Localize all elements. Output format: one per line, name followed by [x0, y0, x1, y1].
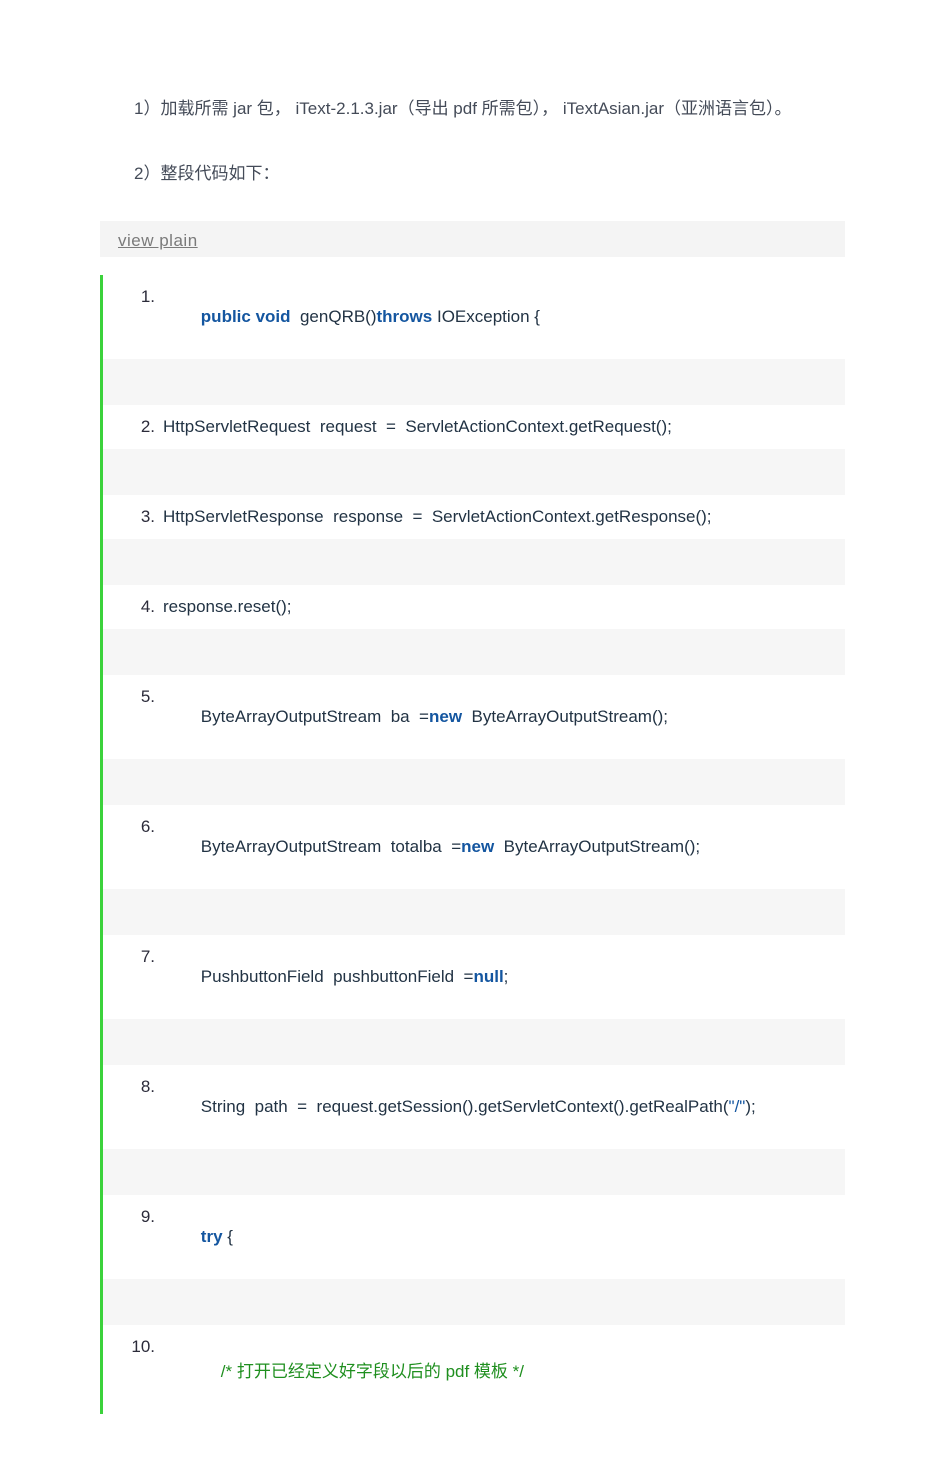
code-text: /* 打开已经定义好字段以后的 pdf 模板 */ — [159, 1337, 524, 1402]
code-fragment: IOException { — [432, 307, 540, 326]
code-text: HttpServletResponse response = ServletAc… — [159, 507, 712, 527]
line-number: 7. — [119, 947, 159, 967]
keyword-throws: throws — [377, 307, 433, 326]
document-page: 1）加载所需 jar 包， iText-2.1.3.jar（导出 pdf 所需包… — [0, 0, 945, 1474]
code-fragment: PushbuttonField pushbuttonField = — [201, 967, 474, 986]
code-text: PushbuttonField pushbuttonField =null; — [159, 947, 508, 1007]
line-number: 9. — [119, 1207, 159, 1227]
code-line: 1. public void genQRB()throws IOExceptio… — [103, 275, 845, 359]
code-line: 3. HttpServletResponse response = Servle… — [103, 495, 845, 539]
string-literal: "/" — [729, 1097, 746, 1116]
line-number: 1. — [119, 287, 159, 307]
keyword-try: try — [201, 1227, 223, 1246]
code-line: 7. PushbuttonField pushbuttonField =null… — [103, 935, 845, 1019]
code-fragment: genQRB() — [291, 307, 377, 326]
code-line: 2. HttpServletRequest request = ServletA… — [103, 405, 845, 449]
line-number: 3. — [119, 507, 159, 527]
code-text: ByteArrayOutputStream ba =new ByteArrayO… — [159, 687, 668, 747]
code-text: String path = request.getSession().getSe… — [159, 1077, 756, 1137]
code-block: 1. public void genQRB()throws IOExceptio… — [100, 275, 845, 1414]
line-number: 10. — [119, 1337, 159, 1357]
code-fragment: ByteArrayOutputStream ba = — [201, 707, 429, 726]
code-fragment: ); — [745, 1097, 755, 1116]
code-gap — [103, 1279, 845, 1325]
code-text: try { — [159, 1207, 233, 1267]
code-fragment: String path = request.getSession().getSe… — [201, 1097, 729, 1116]
paragraph-2: 2）整段代码如下： — [100, 155, 845, 192]
p1-prefix: 1）加载所需 jar 包， — [134, 99, 291, 118]
code-gap — [103, 889, 845, 935]
keyword-null: null — [473, 967, 503, 986]
comment: /* 打开已经定义好字段以后的 pdf 模板 */ — [221, 1362, 524, 1381]
p1-jar1: iText-2.1.3.jar（导出 pdf 所需包）， — [296, 99, 559, 118]
line-number: 2. — [119, 417, 159, 437]
code-fragment: ByteArrayOutputStream(); — [462, 707, 668, 726]
keyword-new: new — [461, 837, 494, 856]
code-gap — [103, 539, 845, 585]
code-gap — [103, 449, 845, 495]
code-gap — [103, 359, 845, 405]
paragraph-1: 1）加载所需 jar 包， iText-2.1.3.jar（导出 pdf 所需包… — [100, 90, 845, 127]
code-line: 6. ByteArrayOutputStream totalba =new By… — [103, 805, 845, 889]
line-number: 5. — [119, 687, 159, 707]
code-line: 9. try { — [103, 1195, 845, 1279]
code-gap — [103, 629, 845, 675]
code-fragment: ByteArrayOutputStream(); — [494, 837, 700, 856]
line-number: 4. — [119, 597, 159, 617]
view-plain-link[interactable]: view plain — [118, 231, 198, 250]
code-text: HttpServletRequest request = ServletActi… — [159, 417, 672, 437]
code-text: ByteArrayOutputStream totalba =new ByteA… — [159, 817, 700, 877]
code-text: public void genQRB()throws IOException { — [159, 287, 540, 347]
code-gap — [103, 1019, 845, 1065]
code-fragment: ByteArrayOutputStream totalba = — [201, 837, 461, 856]
view-plain-bar: view plain — [100, 221, 845, 257]
code-line: 8. String path = request.getSession().ge… — [103, 1065, 845, 1149]
p1-jar2: iTextAsian.jar（亚洲语言包）。 — [563, 99, 792, 118]
keyword-public-void: public void — [201, 307, 291, 326]
code-fragment: { — [223, 1227, 233, 1246]
code-text: response.reset(); — [159, 597, 292, 617]
code-line: 10. /* 打开已经定义好字段以后的 pdf 模板 */ — [103, 1325, 845, 1414]
code-line: 5. ByteArrayOutputStream ba =new ByteArr… — [103, 675, 845, 759]
code-line: 4. response.reset(); — [103, 585, 845, 629]
code-fragment: ; — [504, 967, 509, 986]
line-number: 6. — [119, 817, 159, 837]
code-gap — [103, 1149, 845, 1195]
code-gap — [103, 759, 845, 805]
keyword-new: new — [429, 707, 462, 726]
line-number: 8. — [119, 1077, 159, 1097]
